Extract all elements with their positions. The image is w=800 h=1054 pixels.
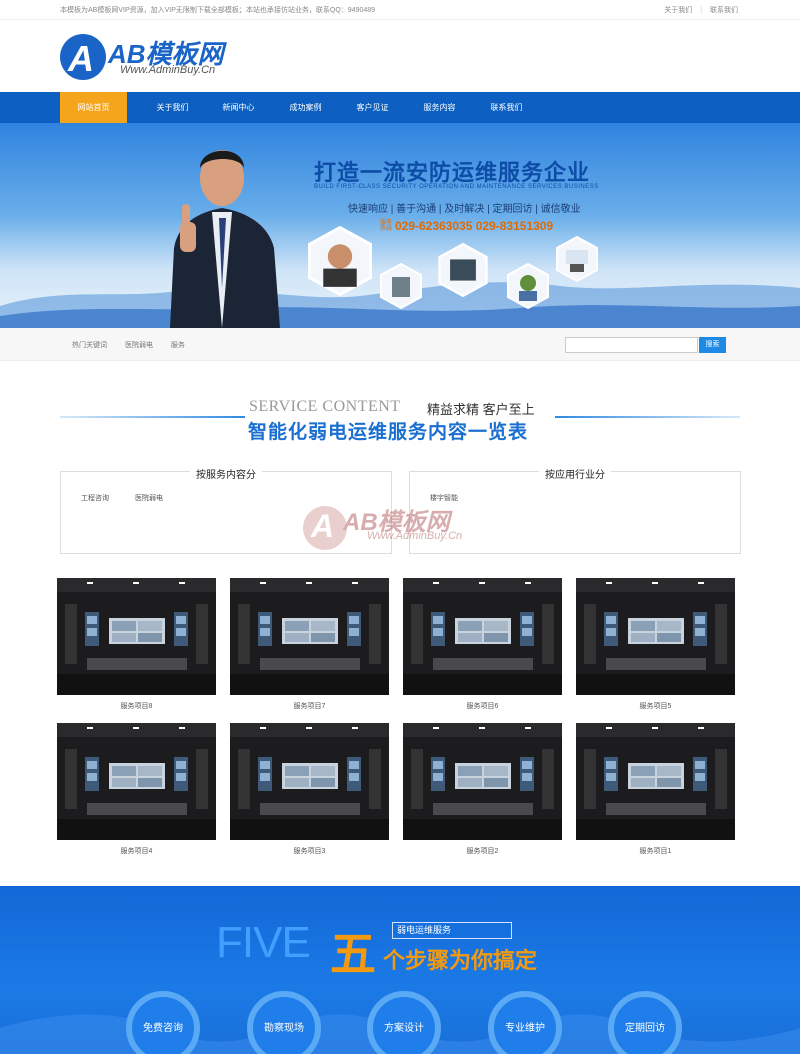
category-option[interactable]: 医院弱电 [135, 495, 163, 502]
hot-keyword-link[interactable]: 服务 [171, 342, 185, 349]
site-logo[interactable]: A AB模板网 Www.AdminBuy.Cn [60, 34, 250, 80]
nav-item-about[interactable]: 关于我们 [139, 92, 206, 123]
category-title: 按应用行业分 [539, 470, 611, 481]
main-nav: 网站首页 关于我们 新闻中心 成功案例 客户见证 服务内容 联系我们 [0, 92, 800, 123]
product-card[interactable]: 服务项目5 [576, 578, 735, 711]
nav-item-testimonials[interactable]: 客户见证 [339, 92, 406, 123]
product-card[interactable]: 服务项目6 [403, 578, 562, 711]
product-caption[interactable]: 服务项目8 [57, 701, 216, 711]
header: A AB模板网 Www.AdminBuy.Cn [0, 20, 800, 92]
banner-phones: 029-62363035 029-83151309 [395, 219, 554, 233]
section-en-title: SERVICE CONTENT [249, 398, 401, 415]
banner-hotline-label: 服务热线 [380, 220, 393, 232]
product-card[interactable]: 服务项目8 [57, 578, 216, 711]
five-en-text: FIVE [216, 918, 311, 967]
five-cn-text: 五 [330, 928, 376, 980]
control-room-image[interactable] [576, 723, 735, 840]
control-room-image[interactable] [403, 723, 562, 840]
banner-subtitle: BUILD FIRST-CLASS SECURITY OPERATION AND… [314, 184, 599, 190]
product-caption[interactable]: 服务项目2 [403, 846, 562, 856]
hex-photo-icon [556, 236, 598, 282]
product-caption[interactable]: 服务项目5 [576, 701, 735, 711]
product-card[interactable]: 服务项目2 [403, 723, 562, 856]
top-notice: 本模板为AB模板网VIP资源，加入VIP无限制下载全部模板；本站也承接仿站业务，… [60, 7, 376, 14]
hex-photo-icon [308, 226, 372, 296]
watermark-logo: A AB模板网 Www.AdminBuy.Cn [303, 488, 503, 558]
steps-title: 个步骤为你搞定 [383, 948, 538, 973]
control-room-image[interactable] [230, 578, 389, 695]
steps-tag: 弱电运维服务 [392, 922, 512, 939]
product-caption[interactable]: 服务项目1 [576, 846, 735, 856]
product-caption[interactable]: 服务项目3 [230, 846, 389, 856]
nav-item-cases[interactable]: 成功案例 [272, 92, 339, 123]
banner-title: 打造一流安防运维服务企业 [314, 160, 591, 185]
hex-photo-icon [438, 243, 488, 297]
top-link-about[interactable]: 关于我们 [664, 7, 692, 14]
product-card[interactable]: 服务项目1 [576, 723, 735, 856]
logo-url: Www.AdminBuy.Cn [120, 64, 216, 76]
category-option[interactable]: 工程咨询 [81, 495, 109, 502]
heading-line-right [555, 416, 740, 418]
hero-banner[interactable]: 打造一流安防运维服务企业 BUILD FIRST-CLASS SECURITY … [0, 123, 800, 328]
control-room-image[interactable] [230, 723, 389, 840]
top-links: 关于我们 | 联系我们 [658, 5, 738, 15]
businessman-image [170, 150, 280, 328]
product-caption[interactable]: 服务项目6 [403, 701, 562, 711]
search-button[interactable]: 搜索 [699, 337, 726, 353]
hot-keywords-label: 热门关键词 [72, 342, 107, 349]
control-room-image[interactable] [57, 723, 216, 840]
product-card[interactable]: 服务项目3 [230, 723, 389, 856]
heading-line-left [60, 416, 245, 418]
hex-photo-icon [507, 263, 549, 309]
control-room-image[interactable] [403, 578, 562, 695]
nav-item-services[interactable]: 服务内容 [406, 92, 473, 123]
banner-slogan: 快速响应 | 善于沟通 | 及时解决 | 定期回访 | 诚信敬业 [348, 204, 581, 215]
top-bar: 本模板为AB模板网VIP资源，加入VIP无限制下载全部模板；本站也承接仿站业务，… [0, 0, 800, 20]
nav-item-contact[interactable]: 联系我们 [473, 92, 540, 123]
control-room-image[interactable] [57, 578, 216, 695]
section-title: 智能化弱电运维服务内容一览表 [248, 422, 529, 443]
top-link-separator: | [700, 7, 703, 14]
section-cn-tagline: 精益求精 客户至上 [427, 402, 535, 417]
category-title: 按服务内容分 [190, 470, 262, 481]
product-caption[interactable]: 服务项目7 [230, 701, 389, 711]
product-caption[interactable]: 服务项目4 [57, 846, 216, 856]
product-card[interactable]: 服务项目7 [230, 578, 389, 711]
search-input[interactable] [565, 337, 698, 353]
hot-keywords: 热门关键词 医院弱电 服务 [72, 340, 201, 350]
search-bar: 热门关键词 医院弱电 服务 搜索 [0, 328, 800, 361]
watermark-url: Www.AdminBuy.Cn [367, 530, 463, 542]
hot-keyword-link[interactable]: 医院弱电 [125, 342, 153, 349]
product-card[interactable]: 服务项目4 [57, 723, 216, 856]
top-link-contact[interactable]: 联系我们 [710, 7, 738, 14]
control-room-image[interactable] [576, 578, 735, 695]
nav-item-home[interactable]: 网站首页 [60, 92, 127, 123]
hex-photo-icon [380, 263, 422, 309]
nav-item-news[interactable]: 新闻中心 [205, 92, 272, 123]
logo-mark-icon: A [60, 34, 106, 80]
